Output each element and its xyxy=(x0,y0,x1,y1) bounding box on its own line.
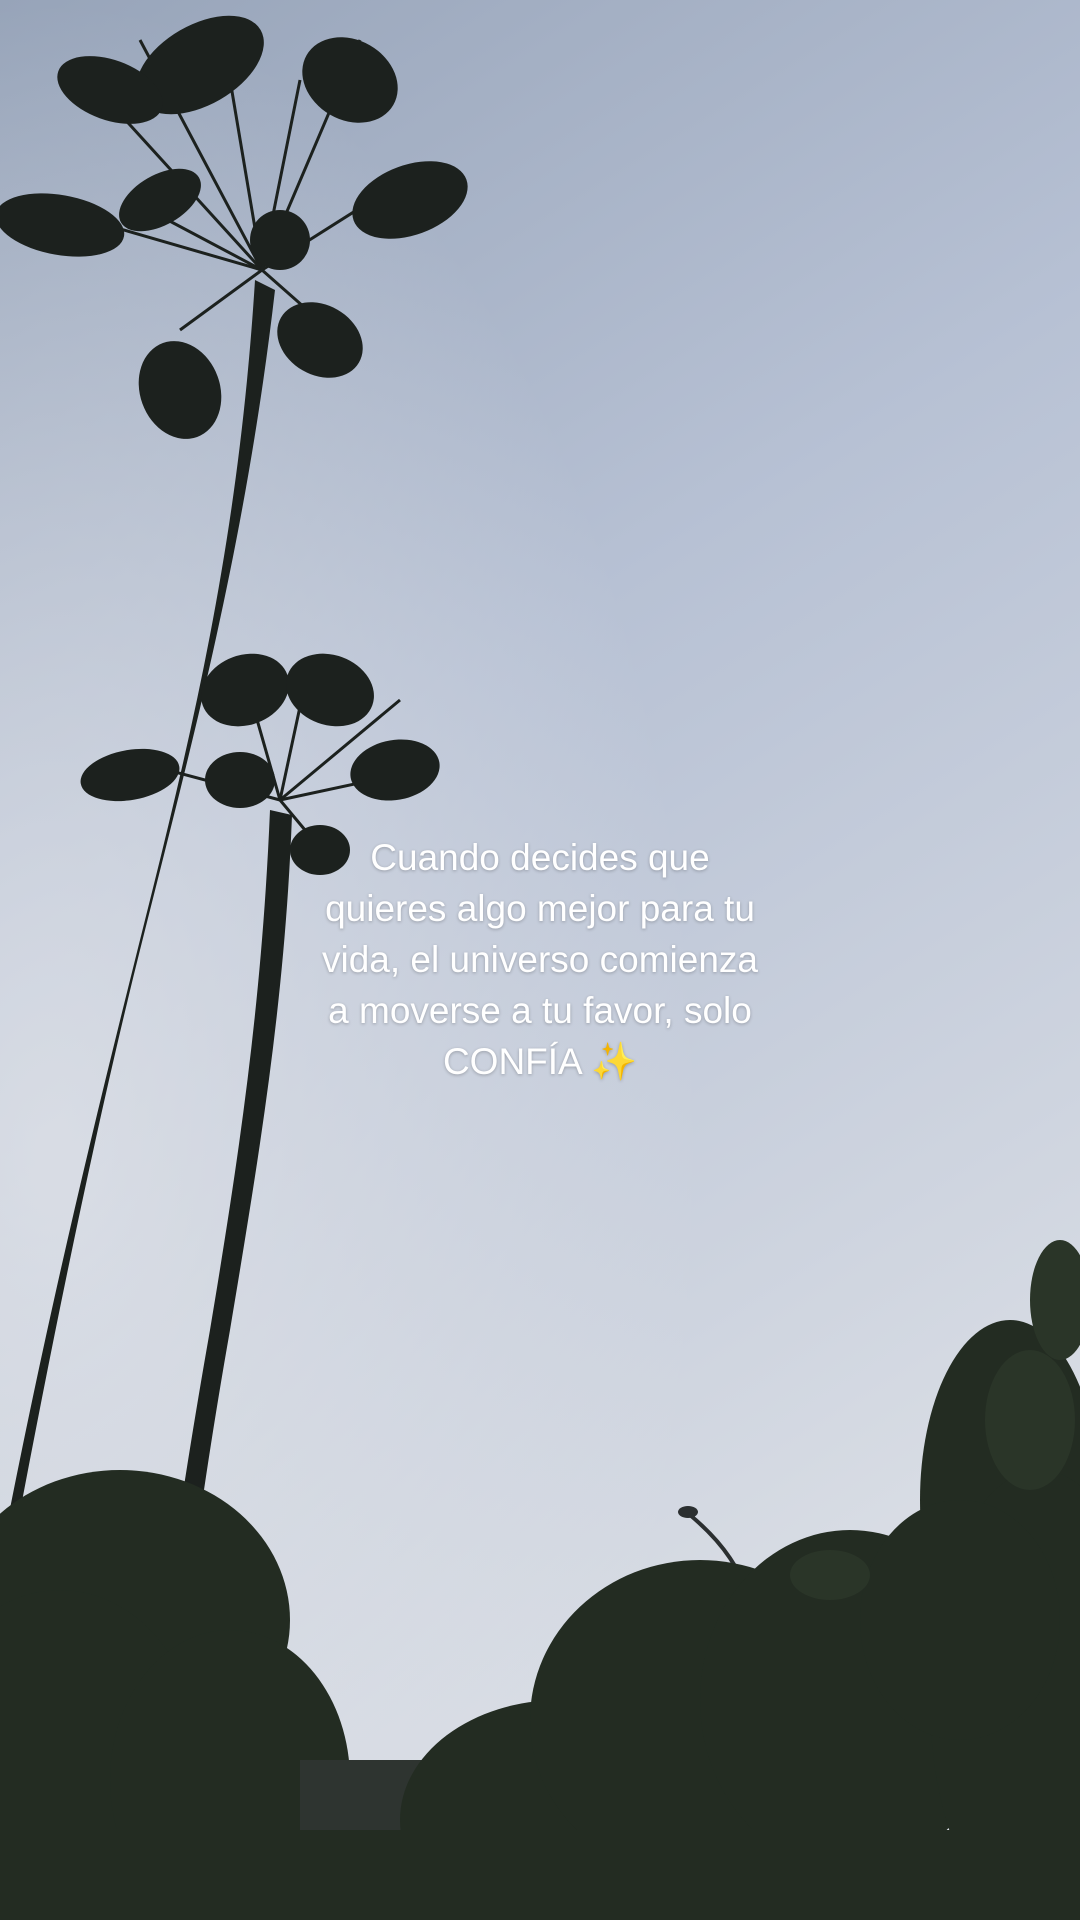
caption-confia: CONFÍA xyxy=(442,1041,581,1082)
sparkles-icon: ✨ xyxy=(590,1041,638,1082)
caption-line-5: CONFÍA ✨ xyxy=(260,1036,820,1087)
caption-line-4: a moverse a tu favor, solo xyxy=(328,990,752,1031)
caption-line-1: Cuando decides que xyxy=(370,837,710,878)
caption-text: Cuando decides que quieres algo mejor pa… xyxy=(260,832,820,1087)
caption-line-2: quieres algo mejor para tu xyxy=(325,888,755,929)
caption-line-3: vida, el universo comienza xyxy=(322,939,758,980)
